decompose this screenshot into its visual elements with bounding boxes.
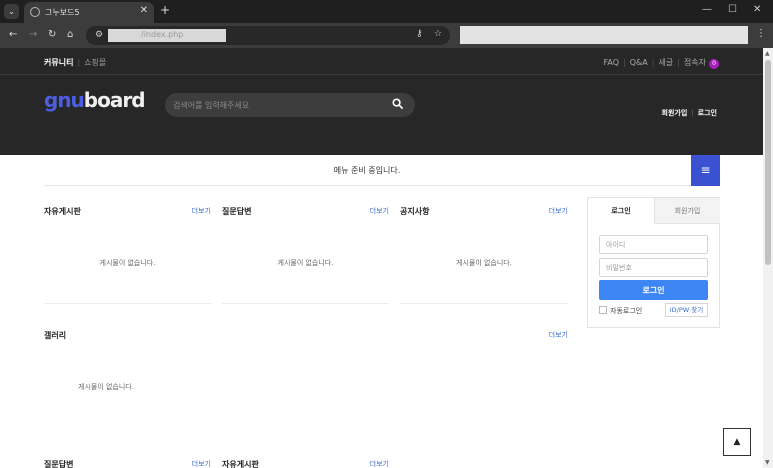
new-posts-link[interactable]: 새글 — [658, 58, 673, 67]
login-tab[interactable]: 로그인 — [588, 198, 654, 224]
gallery-widget: 갤러리 더보기 게시물이 없습니다. — [44, 330, 568, 410]
widget-more-link[interactable]: 더보기 — [192, 206, 211, 216]
login-box: 로그인 회원가입 로그인 자동로그인 ID/PW 찾기 — [587, 197, 720, 328]
arrow-up-icon: ▲ — [733, 437, 741, 447]
globe-icon — [30, 7, 40, 17]
page-scrollbar[interactable]: ▲ ▼ — [763, 48, 773, 468]
widget-divider — [222, 303, 389, 304]
site-settings-icon[interactable]: ⚙ — [95, 30, 103, 40]
widget-title: 질문답변 — [44, 460, 74, 468]
widget-title: 자유게시판 — [44, 207, 81, 216]
menu-toggle-button[interactable]: ≡ — [691, 155, 720, 186]
header-divider — [0, 74, 763, 75]
chevron-down-icon: ⌄ — [8, 7, 15, 16]
auto-login-label: 자동로그인 — [610, 307, 643, 315]
widget-divider — [44, 303, 211, 304]
top-nav-right: FAQ | Q&A | 새글 | 접속자 0 — [604, 57, 719, 69]
board-widget-qa: 질문답변 더보기 게시물이 없습니다. — [222, 206, 389, 306]
logo-part-gnu: gnu — [44, 88, 85, 112]
board-widget-free: 자유게시판 더보기 게시물이 없습니다. — [44, 206, 211, 306]
gallery-more-link[interactable]: 더보기 — [549, 330, 568, 340]
board-widget-qa-bottom: 질문답변 더보기 — [44, 459, 211, 468]
tab-search-button[interactable]: ⌄ — [4, 4, 19, 19]
search-icon[interactable] — [392, 98, 403, 112]
qa-link[interactable]: Q&A — [630, 58, 648, 67]
board-widget-free-bottom: 자유게시판 더보기 — [222, 459, 389, 468]
site-header: 커뮤니티|쇼핑몰 FAQ|Q&A|새글|접속자0 gnuboard 회원가입|로… — [0, 48, 763, 155]
close-window-button[interactable]: ✕ — [753, 4, 761, 15]
widget-title: 공지사항 — [400, 207, 430, 216]
toolbar-redaction — [460, 26, 748, 44]
faq-link[interactable]: FAQ — [604, 58, 620, 67]
gallery-empty-message: 게시물이 없습니다. — [78, 383, 134, 391]
scroll-thumb[interactable] — [765, 60, 771, 265]
widget-more-link[interactable]: 더보기 — [370, 459, 389, 468]
site-logo[interactable]: gnuboard — [44, 88, 146, 112]
more-menu-icon[interactable]: ⋮ — [756, 28, 766, 39]
header-login-link[interactable]: 로그인 — [698, 109, 717, 117]
board-widget-notice: 공지사항 더보기 게시물이 없습니다. — [400, 206, 568, 306]
community-link[interactable]: 커뮤니티 — [44, 58, 73, 67]
scroll-to-top-button[interactable]: ▲ — [723, 428, 751, 456]
menu-notice: 메뉴 준비 중입니다. — [333, 166, 401, 175]
gallery-title: 갤러리 — [44, 331, 67, 340]
forward-arrow-icon[interactable]: → — [29, 29, 37, 40]
find-id-pw-button[interactable]: ID/PW 찾기 — [665, 303, 708, 317]
search-box — [165, 93, 415, 117]
widget-title: 자유게시판 — [222, 460, 259, 468]
widget-divider — [400, 303, 568, 304]
reload-icon[interactable]: ↻ — [48, 29, 56, 40]
hamburger-menu-icon: ≡ — [700, 163, 711, 177]
tab-title: 그누보드5 — [45, 8, 80, 17]
browser-tab-bar: ⌄ 그누보드5 ✕ + — ☐ ✕ — [0, 0, 773, 23]
address-bar[interactable]: ⚙ /index.php ⚷ ☆ — [86, 26, 450, 45]
tab-close-button[interactable]: ✕ — [140, 5, 148, 16]
header-join-link[interactable]: 회원가입 — [662, 109, 688, 117]
url-text: /index.php — [141, 30, 184, 39]
login-password-input[interactable] — [599, 258, 708, 277]
shop-link[interactable]: 쇼핑몰 — [84, 58, 106, 67]
join-tab[interactable]: 회원가입 — [654, 198, 720, 224]
widget-more-link[interactable]: 더보기 — [192, 459, 211, 468]
browser-tab[interactable]: 그누보드5 ✕ — [24, 2, 154, 23]
widget-more-link[interactable]: 더보기 — [549, 206, 568, 216]
new-tab-button[interactable]: + — [160, 3, 170, 17]
scroll-down-icon[interactable]: ▼ — [765, 459, 770, 466]
back-arrow-icon[interactable]: ← — [9, 29, 17, 40]
logo-part-board: board — [83, 88, 146, 112]
widget-empty-message: 게시물이 없습니다. — [456, 259, 512, 267]
visitors-count-badge: 0 — [709, 59, 719, 69]
auto-login-option[interactable]: 자동로그인 — [599, 306, 642, 316]
star-icon[interactable]: ☆ — [434, 29, 442, 39]
widget-empty-message: 게시물이 없습니다. — [277, 259, 334, 267]
widget-title: 질문답변 — [222, 207, 252, 216]
login-id-input[interactable] — [599, 235, 708, 254]
scroll-up-icon[interactable]: ▲ — [765, 50, 770, 57]
visitors-link[interactable]: 접속자 0 — [683, 58, 719, 69]
minimize-button[interactable]: — — [702, 4, 712, 15]
widget-more-link[interactable]: 더보기 — [370, 206, 389, 216]
main-menu-bar: 메뉴 준비 중입니다. ≡ — [44, 155, 720, 186]
maximize-button[interactable]: ☐ — [728, 4, 737, 15]
browser-toolbar: ← → ↻ ⌂ ⚙ /index.php ⚷ ☆ ⋮ — [0, 23, 773, 48]
login-submit-button[interactable]: 로그인 — [599, 280, 708, 300]
search-input[interactable] — [165, 93, 375, 117]
top-nav-left: 커뮤니티 | 쇼핑몰 — [44, 58, 107, 67]
key-icon[interactable]: ⚷ — [416, 29, 423, 39]
visitors-label: 접속자 — [683, 58, 706, 67]
header-auth-links: 회원가입 | 로그인 — [661, 109, 717, 117]
home-icon[interactable]: ⌂ — [67, 29, 73, 40]
widget-empty-message: 게시물이 없습니다. — [99, 259, 156, 267]
auto-login-checkbox[interactable] — [599, 306, 607, 314]
